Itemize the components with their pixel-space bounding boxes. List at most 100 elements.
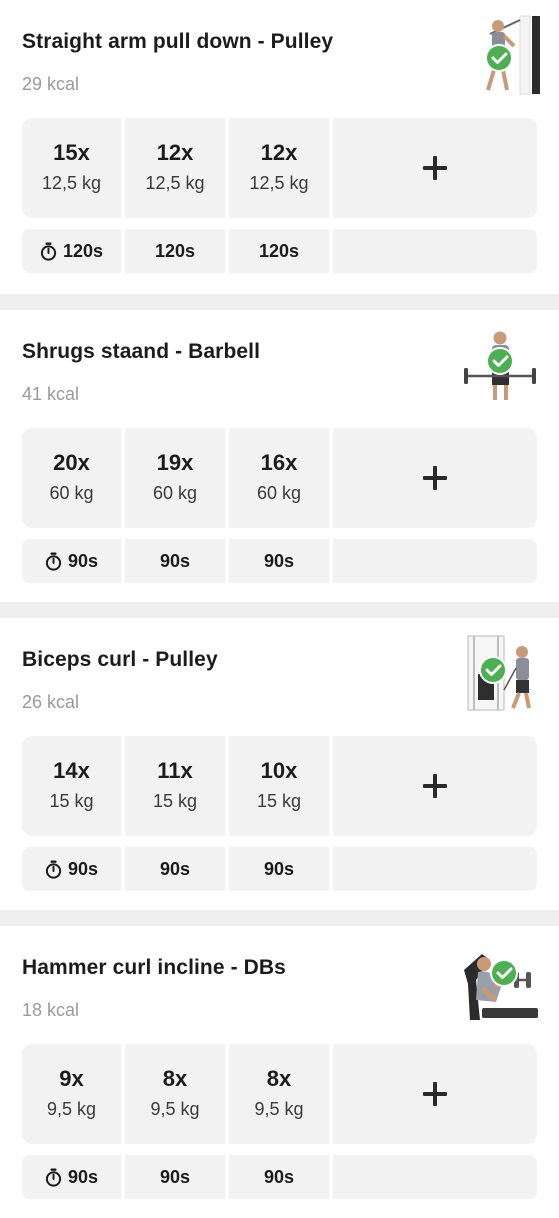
exercise-kcal: 41 kcal [22, 384, 80, 404]
set-weight: 60 kg [152, 483, 198, 503]
exercise-card[interactable]: Hammer curl incline - DBs 18 kcal 9x 9,5… [0, 926, 559, 1218]
rest-time: 90s [67, 1166, 99, 1187]
cable-curl-figure-icon[interactable] [460, 632, 544, 714]
exercise-card[interactable]: Straight arm pull down - Pulley 29 kcal … [0, 0, 559, 292]
set-cell[interactable]: 8x 9,5 kg [229, 1044, 329, 1144]
sets-row: 20x 60 kg 19x 60 kg 16x 60 kg [22, 428, 537, 528]
rest-row: 90s 90s 90s [22, 847, 537, 891]
set-weight: 9,5 kg [254, 1099, 304, 1119]
set-reps: 12x [260, 140, 298, 165]
set-weight: 60 kg [49, 483, 94, 503]
rest-cell[interactable]: 90s [22, 1155, 121, 1199]
set-reps: 10x [260, 758, 298, 783]
completed-check-icon [485, 44, 513, 72]
rest-time: 90s [159, 1166, 191, 1187]
rest-row: 90s 90s 90s [22, 539, 537, 583]
set-reps: 8x [162, 1066, 188, 1091]
set-cell[interactable]: 15x 12,5 kg [22, 118, 121, 218]
set-cell[interactable]: 9x 9,5 kg [22, 1044, 121, 1144]
exercise-kcal: 29 kcal [22, 74, 80, 94]
completed-check-icon [490, 959, 518, 987]
set-weight: 12,5 kg [145, 173, 205, 193]
incline-dumbbell-curl-figure-icon[interactable] [460, 940, 544, 1022]
rest-time: 90s [159, 550, 191, 571]
cell-separator [329, 229, 333, 273]
rest-cell[interactable]: 90s [229, 1155, 329, 1199]
rest-cell[interactable]: 90s [22, 847, 121, 891]
rest-cell[interactable]: 90s [22, 539, 121, 583]
set-weight: 15 kg [152, 791, 198, 811]
rest-row: 90s 90s 90s [22, 1155, 537, 1199]
sets-row: 9x 9,5 kg 8x 9,5 kg 8x 9,5 kg [22, 1044, 537, 1144]
add-set-button[interactable] [333, 736, 537, 836]
set-reps: 11x [157, 758, 193, 783]
plus-icon [423, 774, 447, 798]
add-set-button[interactable] [333, 1044, 537, 1144]
set-weight: 15 kg [49, 791, 94, 811]
set-reps: 20x [53, 450, 90, 475]
set-cell[interactable]: 8x 9,5 kg [125, 1044, 225, 1144]
set-reps: 19x [156, 450, 194, 475]
set-cell[interactable]: 10x 15 kg [229, 736, 329, 836]
set-reps: 16x [260, 450, 298, 475]
set-cell[interactable]: 14x 15 kg [22, 736, 121, 836]
cell-separator [329, 847, 333, 891]
exercise-kcal: 26 kcal [22, 692, 80, 712]
exercise-kcal: 18 kcal [22, 1000, 80, 1020]
pulldown-figure-icon[interactable] [460, 14, 544, 96]
plus-icon [423, 1082, 447, 1106]
stopwatch-icon [40, 242, 57, 261]
set-cell[interactable]: 12x 12,5 kg [229, 118, 329, 218]
exercise-title: Shrugs staand - Barbell [22, 340, 261, 363]
add-set-button[interactable] [333, 118, 537, 218]
plus-icon [423, 156, 447, 180]
add-set-button[interactable] [333, 428, 537, 528]
set-cell[interactable]: 20x 60 kg [22, 428, 121, 528]
rest-cell[interactable]: 90s [229, 847, 329, 891]
rest-cell[interactable]: 120s [229, 229, 329, 273]
stopwatch-icon [45, 1168, 62, 1187]
exercise-card[interactable]: Biceps curl - Pulley 26 kcal 14x 15 kg 1… [0, 618, 559, 910]
set-weight: 15 kg [256, 791, 302, 811]
exercise-card[interactable]: Shrugs staand - Barbell 41 kcal 20x 60 k… [0, 310, 559, 602]
rest-cell[interactable]: 90s [125, 539, 225, 583]
rest-time: 120s [154, 240, 196, 261]
completed-check-icon [479, 656, 507, 684]
rest-time: 90s [67, 550, 99, 571]
exercise-title: Straight arm pull down - Pulley [22, 30, 334, 53]
rest-time: 90s [263, 858, 295, 879]
rest-time: 120s [258, 240, 300, 261]
set-cell[interactable]: 19x 60 kg [125, 428, 225, 528]
set-weight: 9,5 kg [46, 1099, 97, 1119]
stopwatch-icon [45, 552, 62, 571]
rest-cell[interactable]: 120s [125, 229, 225, 273]
rest-cell[interactable]: 90s [125, 1155, 225, 1199]
set-cell[interactable]: 16x 60 kg [229, 428, 329, 528]
rest-cell[interactable]: 90s [229, 539, 329, 583]
rest-cell[interactable]: 120s [22, 229, 121, 273]
set-reps: 8x [266, 1066, 292, 1091]
set-cell[interactable]: 12x 12,5 kg [125, 118, 225, 218]
section-divider [0, 910, 559, 926]
plus-icon [423, 466, 447, 490]
set-weight: 12,5 kg [249, 173, 309, 193]
exercise-title: Biceps curl - Pulley [22, 648, 218, 671]
rest-row: 120s 120s 120s [22, 229, 537, 273]
section-divider [0, 602, 559, 618]
stopwatch-icon [45, 860, 62, 879]
rest-cell[interactable]: 90s [125, 847, 225, 891]
rest-time: 90s [159, 858, 191, 879]
set-reps: 15x [53, 140, 90, 165]
barbell-shrug-figure-icon[interactable] [460, 324, 544, 406]
set-reps: 14x [53, 758, 90, 783]
set-weight: 12,5 kg [41, 173, 102, 193]
cell-separator [329, 1155, 333, 1199]
set-weight: 60 kg [256, 483, 302, 503]
set-cell[interactable]: 11x 15 kg [125, 736, 225, 836]
set-weight: 9,5 kg [150, 1099, 200, 1119]
completed-check-icon [486, 347, 514, 375]
rest-time: 120s [62, 240, 104, 261]
set-reps: 9x [59, 1066, 84, 1091]
rest-time: 90s [263, 1166, 295, 1187]
sets-row: 15x 12,5 kg 12x 12,5 kg 12x 12,5 kg [22, 118, 537, 218]
